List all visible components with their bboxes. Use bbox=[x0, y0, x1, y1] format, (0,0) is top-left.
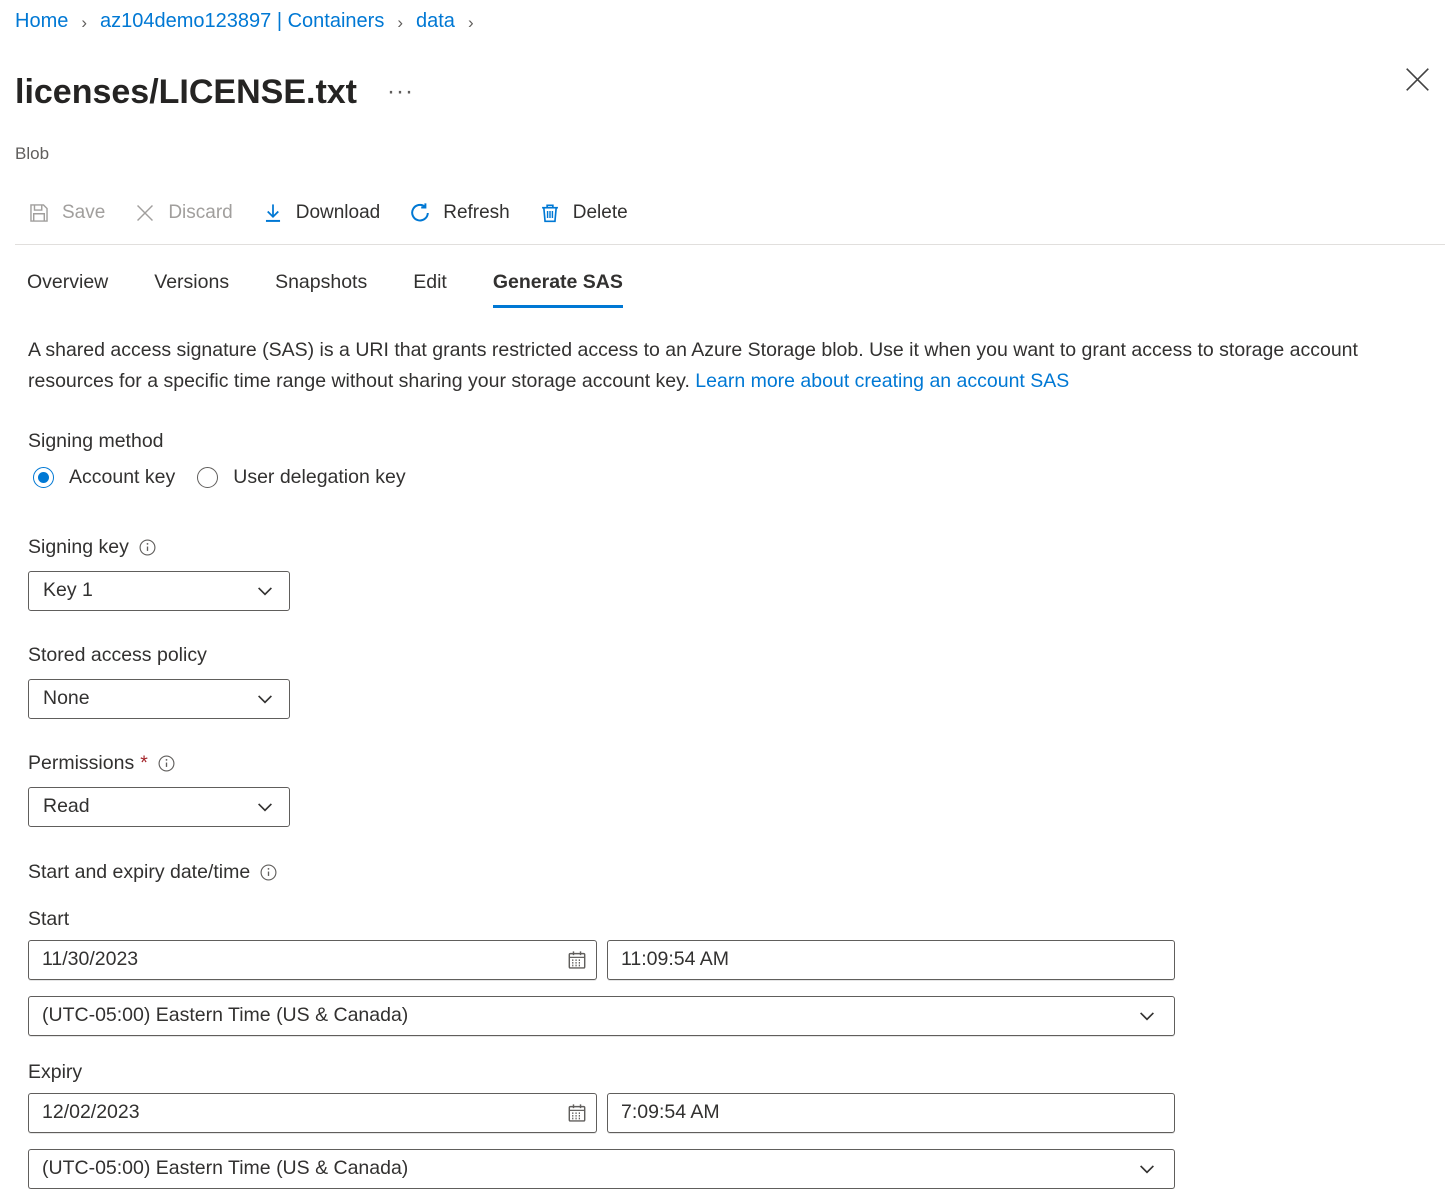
start-date-input[interactable] bbox=[28, 940, 597, 980]
permissions-group: Permissions * Read bbox=[28, 752, 1455, 827]
permissions-value: Read bbox=[43, 795, 90, 818]
tab-snapshots[interactable]: Snapshots bbox=[275, 271, 367, 308]
close-icon bbox=[1404, 66, 1431, 93]
chevron-down-icon bbox=[254, 796, 276, 818]
refresh-button[interactable]: Refresh bbox=[409, 202, 510, 224]
chevron-down-icon bbox=[254, 580, 276, 602]
required-asterisk: * bbox=[140, 752, 148, 775]
signing-method-label: Signing method bbox=[28, 430, 1455, 453]
expiry-date-field bbox=[28, 1093, 597, 1133]
tab-overview[interactable]: Overview bbox=[27, 271, 108, 308]
signing-key-value: Key 1 bbox=[43, 579, 93, 602]
delete-button[interactable]: Delete bbox=[539, 202, 628, 224]
tab-edit[interactable]: Edit bbox=[413, 271, 447, 308]
start-time-input[interactable] bbox=[607, 940, 1175, 980]
sas-description: A shared access signature (SAS) is a URI… bbox=[28, 335, 1410, 397]
delete-label: Delete bbox=[573, 202, 628, 224]
radio-selected-icon[interactable] bbox=[33, 467, 54, 488]
start-expiry-group: Start and expiry date/time Start bbox=[28, 861, 1455, 1189]
discard-x-icon bbox=[134, 202, 156, 224]
chevron-right-icon: › bbox=[81, 11, 87, 33]
signing-key-group: Signing key Key 1 bbox=[28, 536, 1455, 611]
breadcrumb-container[interactable]: data bbox=[416, 10, 455, 33]
radio-unselected-icon[interactable] bbox=[197, 467, 218, 488]
save-button[interactable]: Save bbox=[28, 202, 105, 224]
save-icon bbox=[28, 202, 50, 224]
expiry-datetime-row bbox=[28, 1093, 1455, 1133]
download-button[interactable]: Download bbox=[262, 202, 381, 224]
refresh-icon bbox=[409, 202, 431, 224]
stored-access-policy-group: Stored access policy None bbox=[28, 644, 1455, 719]
generate-sas-form: Signing method Account key User delegati… bbox=[28, 430, 1455, 1189]
chevron-down-icon bbox=[254, 688, 276, 710]
stored-access-policy-value: None bbox=[43, 687, 90, 710]
info-icon[interactable] bbox=[259, 863, 278, 882]
blade-subtitle: Blob bbox=[15, 144, 1455, 164]
toolbar-divider bbox=[15, 244, 1445, 245]
save-label: Save bbox=[62, 202, 105, 224]
radio-account-key-label: Account key bbox=[69, 466, 175, 489]
more-ellipsis-button[interactable]: ··· bbox=[387, 87, 414, 97]
tab-versions[interactable]: Versions bbox=[154, 271, 229, 308]
tab-bar: Overview Versions Snapshots Edit Generat… bbox=[27, 271, 1455, 308]
stored-access-policy-label: Stored access policy bbox=[28, 644, 1455, 667]
info-icon[interactable] bbox=[157, 754, 176, 773]
expiry-date-input[interactable] bbox=[28, 1093, 597, 1133]
calendar-icon bbox=[566, 949, 588, 971]
breadcrumb-storage-account[interactable]: az104demo123897 | Containers bbox=[100, 10, 384, 33]
permissions-label: Permissions bbox=[28, 752, 134, 775]
start-date-field bbox=[28, 940, 597, 980]
delete-trash-icon bbox=[539, 202, 561, 224]
signing-key-dropdown[interactable]: Key 1 bbox=[28, 571, 290, 611]
radio-account-key[interactable]: Account key bbox=[33, 466, 175, 489]
refresh-label: Refresh bbox=[443, 202, 510, 224]
expiry-time-input[interactable] bbox=[607, 1093, 1175, 1133]
start-datetime-row bbox=[28, 940, 1455, 980]
stored-access-policy-dropdown[interactable]: None bbox=[28, 679, 290, 719]
permissions-dropdown[interactable]: Read bbox=[28, 787, 290, 827]
header: licenses/LICENSE.txt ··· bbox=[15, 50, 1440, 135]
expiry-timezone-dropdown[interactable]: (UTC-05:00) Eastern Time (US & Canada) bbox=[28, 1149, 1175, 1189]
close-button[interactable] bbox=[1404, 66, 1431, 93]
chevron-right-icon: › bbox=[468, 11, 474, 33]
discard-button[interactable]: Discard bbox=[134, 202, 232, 224]
radio-user-delegation-key-label: User delegation key bbox=[233, 466, 405, 489]
radio-user-delegation-key[interactable]: User delegation key bbox=[197, 466, 405, 489]
start-label: Start bbox=[28, 908, 1455, 931]
expiry-label: Expiry bbox=[28, 1061, 1455, 1084]
start-timezone-value: (UTC-05:00) Eastern Time (US & Canada) bbox=[42, 1004, 408, 1027]
sas-description-text: A shared access signature (SAS) is a URI… bbox=[28, 339, 1358, 392]
calendar-icon bbox=[566, 1102, 588, 1124]
start-expiry-label: Start and expiry date/time bbox=[28, 861, 250, 884]
signing-key-label: Signing key bbox=[28, 536, 129, 559]
page-title: licenses/LICENSE.txt bbox=[15, 73, 357, 112]
signing-method-group: Signing method Account key User delegati… bbox=[28, 430, 1455, 489]
signing-method-options: Account key User delegation key bbox=[33, 466, 1455, 489]
breadcrumb-home[interactable]: Home bbox=[15, 10, 68, 33]
download-label: Download bbox=[296, 202, 381, 224]
calendar-picker-button[interactable] bbox=[566, 1102, 588, 1124]
chevron-right-icon: › bbox=[397, 11, 403, 33]
info-icon[interactable] bbox=[138, 538, 157, 557]
breadcrumb: Home › az104demo123897 | Containers › da… bbox=[0, 0, 1455, 33]
tab-generate-sas[interactable]: Generate SAS bbox=[493, 271, 623, 308]
start-timezone-dropdown[interactable]: (UTC-05:00) Eastern Time (US & Canada) bbox=[28, 996, 1175, 1036]
expiry-timezone-value: (UTC-05:00) Eastern Time (US & Canada) bbox=[42, 1157, 408, 1180]
command-bar: Save Discard Download Refresh Delete bbox=[28, 194, 1455, 232]
chevron-down-icon bbox=[1136, 1158, 1158, 1180]
learn-more-link[interactable]: Learn more about creating an account SAS bbox=[695, 370, 1069, 392]
chevron-down-icon bbox=[1136, 1005, 1158, 1027]
download-icon bbox=[262, 202, 284, 224]
calendar-picker-button[interactable] bbox=[566, 949, 588, 971]
discard-label: Discard bbox=[168, 202, 232, 224]
